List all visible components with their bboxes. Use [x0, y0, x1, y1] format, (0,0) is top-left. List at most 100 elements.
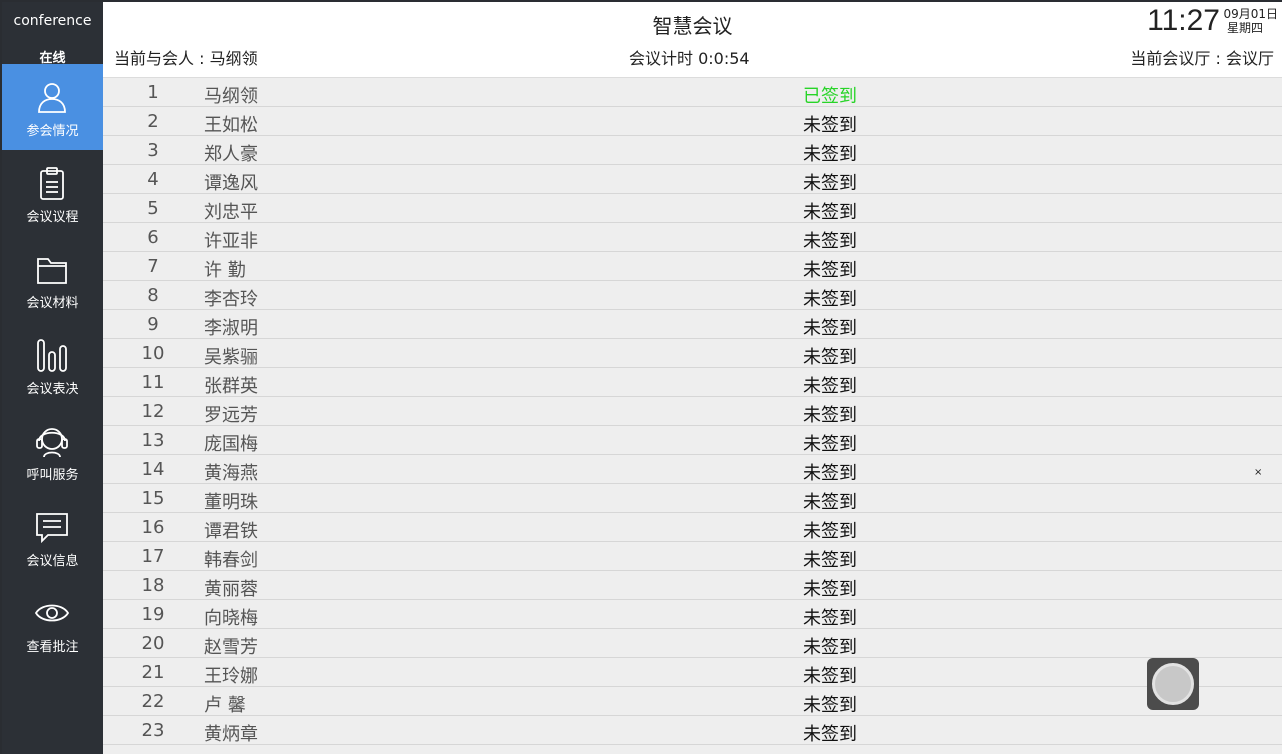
row-number: 1: [147, 82, 159, 103]
row-number: 6: [147, 227, 159, 248]
clock-time: 11:27: [1147, 4, 1220, 37]
row-number: 8: [147, 285, 159, 306]
attendee-name: 许亚非: [204, 231, 258, 252]
attendee-name: 罗远芳: [204, 405, 258, 426]
sign-in-status: 未签到: [803, 579, 857, 600]
table-row[interactable]: 5 刘忠平 未签到: [103, 194, 1282, 223]
row-number: 21: [141, 662, 165, 683]
sign-in-status: 未签到: [803, 144, 857, 165]
table-row[interactable]: 7 许 勤 未签到: [103, 252, 1282, 281]
table-row[interactable]: 9 李淑明 未签到: [103, 310, 1282, 339]
row-number: 22: [141, 691, 165, 712]
row-number: 15: [141, 488, 165, 509]
table-row[interactable]: 14 黄海燕 未签到: [103, 455, 1282, 484]
brand-name: conference: [13, 13, 92, 29]
attendee-name: 王如松: [204, 115, 258, 136]
sidebar: conference 在线 参会情况 会议议程 会议材料 会议表决 呼叫服务 会…: [2, 2, 103, 754]
attendee-name: 刘忠平: [204, 202, 258, 223]
nav-label: 参会情况: [26, 124, 79, 139]
page-title: 智慧会议: [652, 14, 733, 38]
row-number: 23: [141, 720, 165, 741]
attendee-list[interactable]: 1 马纲领 已签到 2 王如松 未签到 3 郑人豪 未签到 4 谭逸风 未签到 5 刘忠平 未签到 6 许亚非未…: [103, 78, 1282, 754]
row-number: 7: [147, 256, 159, 277]
table-row[interactable]: 13 庞国梅 未签到: [103, 426, 1282, 455]
table-row[interactable]: 22 卢 馨 未签到: [103, 687, 1282, 716]
table-row[interactable]: 16 谭君铁 未签到: [103, 513, 1282, 542]
attendee-name: 郑人豪: [204, 144, 258, 165]
nav-item-agenda[interactable]: 会议议程: [2, 150, 103, 236]
attendee-name: 卢 馨: [204, 695, 246, 716]
attendee-name: 李杏玲: [204, 289, 258, 310]
nav-label: 呼叫服务: [26, 468, 79, 483]
eye-icon: [34, 595, 70, 631]
current-hall: 当前会议厅 : 会议厅: [1130, 49, 1274, 68]
brand-area: conference 在线: [2, 2, 103, 66]
attendee-name: 黄炳章: [204, 724, 258, 745]
sign-in-status: 未签到: [803, 463, 857, 484]
current-attendee: 当前与会人 : 马纲领: [114, 49, 258, 68]
floating-assistive-button[interactable]: [1147, 658, 1199, 710]
close-icon[interactable]: ×: [1254, 467, 1262, 478]
table-row[interactable]: 19 向晓梅 未签到: [103, 600, 1282, 629]
attendee-name: 李淑明: [204, 318, 258, 339]
clock-date: 09月01日: [1223, 7, 1278, 21]
nav-item-voting[interactable]: 会议表决: [2, 322, 103, 408]
app-window: conference 在线 参会情况 会议议程 会议材料 会议表决 呼叫服务 会…: [0, 0, 1282, 754]
headset-icon: [34, 423, 70, 459]
sign-in-status: 未签到: [803, 521, 857, 542]
nav-label: 查看批注: [26, 640, 79, 655]
table-row[interactable]: 23 黄炳章 未签到: [103, 716, 1282, 745]
attendee-name: 许 勤: [204, 260, 246, 281]
table-row[interactable]: 17 韩春剑 未签到: [103, 542, 1282, 571]
sign-in-status: 未签到: [803, 637, 857, 658]
row-number: 9: [147, 314, 159, 335]
attendee-name: 吴紫骊: [204, 347, 258, 368]
sign-in-status: 未签到: [803, 318, 857, 339]
row-number: 20: [141, 633, 165, 654]
sign-in-status: 未签到: [803, 550, 857, 571]
assistive-ring-icon: [1152, 663, 1194, 705]
row-number: 13: [141, 430, 165, 451]
table-row[interactable]: 20 赵雪芳 未签到: [103, 629, 1282, 658]
table-row[interactable]: 3 郑人豪 未签到: [103, 136, 1282, 165]
attendee-name: 黄海燕: [204, 463, 258, 484]
table-row[interactable]: 21 王玲娜 未签到: [103, 658, 1282, 687]
sign-in-status: 未签到: [803, 405, 857, 426]
table-row[interactable]: 18 黄丽蓉 未签到: [103, 571, 1282, 600]
table-row[interactable]: 1 马纲领 已签到: [103, 78, 1282, 107]
sign-in-status: 未签到: [803, 724, 857, 745]
nav-label: 会议材料: [26, 296, 79, 311]
table-row[interactable]: 10 吴紫骊 未签到: [103, 339, 1282, 368]
row-number: 11: [141, 372, 165, 393]
nav-item-annotations[interactable]: 查看批注: [2, 580, 103, 666]
sign-in-status: 未签到: [803, 434, 857, 455]
table-row[interactable]: 4 谭逸风 未签到: [103, 165, 1282, 194]
nav-label: 会议信息: [26, 554, 79, 569]
nav-label: 会议议程: [26, 210, 79, 225]
table-row[interactable]: 12 罗远芳 未签到: [103, 397, 1282, 426]
table-row[interactable]: 2 王如松 未签到: [103, 107, 1282, 136]
sign-in-status: 未签到: [803, 608, 857, 629]
table-row[interactable]: 6 许亚非 未签到: [103, 223, 1282, 252]
row-number: 3: [147, 140, 159, 161]
attendee-name: 庞国梅: [204, 434, 258, 455]
row-number: 10: [141, 343, 165, 364]
nav-item-attendance[interactable]: 参会情况: [2, 64, 103, 150]
sign-in-status: 未签到: [803, 666, 857, 687]
attendee-name: 谭逸风: [204, 173, 258, 194]
attendee-name: 谭君铁: [204, 521, 258, 542]
nav-label: 会议表决: [26, 382, 79, 397]
sign-in-status: 已签到: [803, 86, 857, 107]
row-number: 5: [147, 198, 159, 219]
nav-item-materials[interactable]: 会议材料: [2, 236, 103, 322]
header: 智慧会议 当前与会人 : 马纲领 会议计时 0:0:54 当前会议厅 : 会议厅…: [103, 2, 1282, 78]
table-row[interactable]: 11 张群英 未签到: [103, 368, 1282, 397]
row-number: 19: [141, 604, 165, 625]
attendee-name: 向晓梅: [204, 608, 258, 629]
nav-item-info[interactable]: 会议信息: [2, 494, 103, 580]
nav-item-call-service[interactable]: 呼叫服务: [2, 408, 103, 494]
table-row[interactable]: 15 董明珠 未签到: [103, 484, 1282, 513]
table-row[interactable]: 8 李杏玲 未签到: [103, 281, 1282, 310]
bar-vote-icon: [34, 337, 70, 373]
row-number: 12: [141, 401, 165, 422]
